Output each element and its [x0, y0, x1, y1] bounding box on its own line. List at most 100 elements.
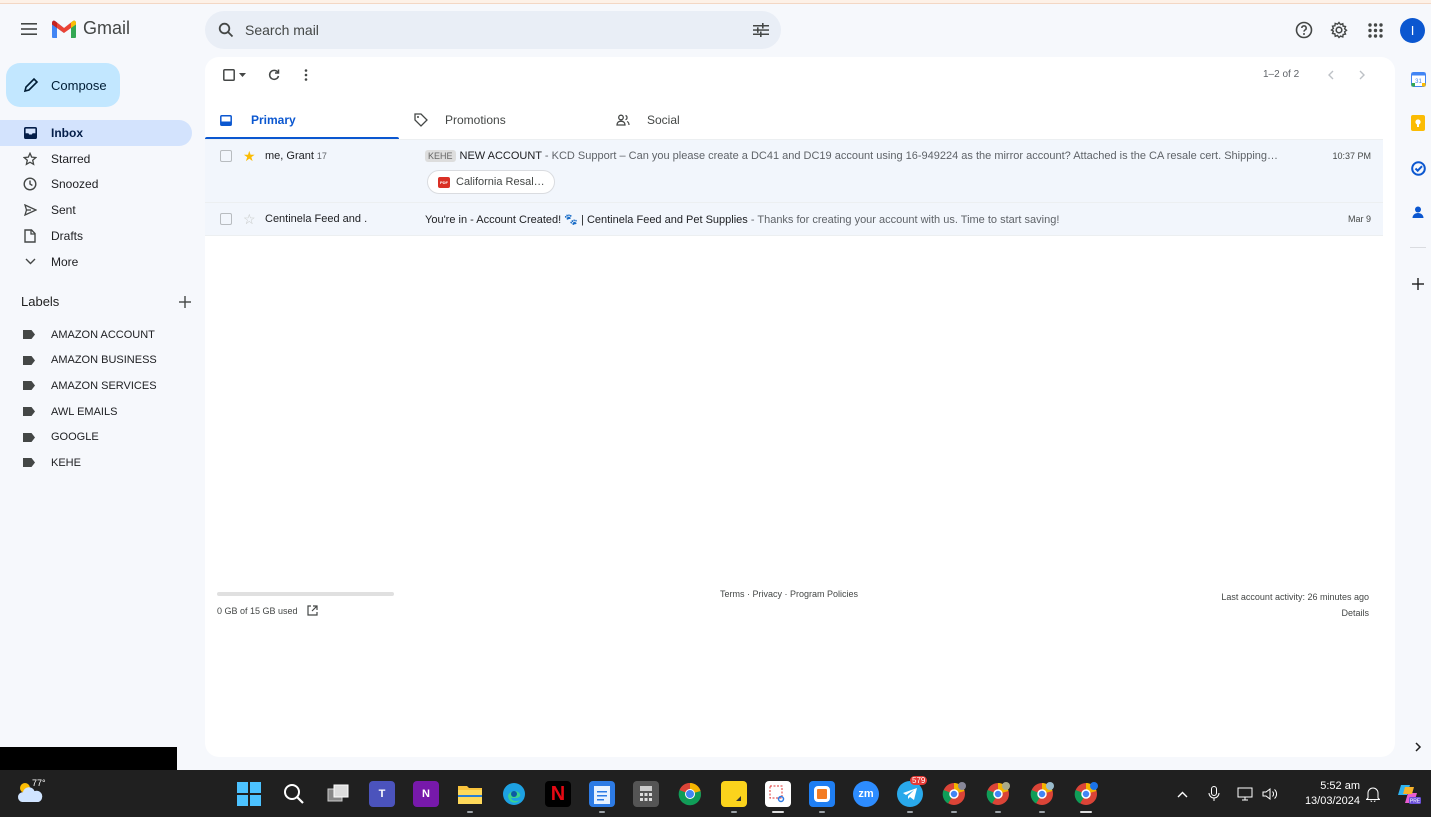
- taskbar-search-icon[interactable]: [281, 781, 307, 807]
- tab-label: Primary: [251, 113, 296, 127]
- zoom-icon[interactable]: zm: [853, 781, 879, 807]
- search-options-icon[interactable]: [741, 11, 781, 49]
- calculator-icon[interactable]: [633, 781, 659, 807]
- sender-name: me, Grant: [265, 150, 314, 162]
- send-icon: [22, 202, 38, 218]
- sidebar-item-label: Starred: [51, 151, 91, 166]
- chrome-icon[interactable]: [677, 781, 703, 807]
- email-sender: me, Grant 17: [265, 150, 327, 162]
- email-row[interactable]: ☆ Centinela Feed and . You're in - Accou…: [205, 203, 1383, 236]
- gmail-logo[interactable]: Gmail: [51, 18, 130, 39]
- windows-start-icon[interactable]: [236, 781, 262, 807]
- tab-social[interactable]: Social: [601, 101, 798, 139]
- newer-chevron-left-icon[interactable]: [1320, 65, 1340, 85]
- attachment-chip[interactable]: PDF California Resal…: [427, 170, 555, 194]
- teams-icon[interactable]: T: [369, 781, 395, 807]
- snipping-tool-icon[interactable]: [765, 781, 791, 813]
- add-label-plus-icon[interactable]: [179, 295, 191, 308]
- row-checkbox[interactable]: [220, 213, 232, 225]
- search-input[interactable]: [245, 22, 741, 38]
- netflix-icon[interactable]: N: [545, 781, 571, 807]
- clock-icon: [22, 176, 38, 192]
- tray-overflow-chevron-up-icon[interactable]: [1173, 785, 1191, 803]
- row-checkbox[interactable]: [220, 150, 232, 162]
- star-icon: [22, 151, 38, 167]
- label-item[interactable]: AMAZON ACCOUNT: [0, 322, 192, 348]
- older-chevron-right-icon[interactable]: [1352, 65, 1372, 85]
- sidebar-item-sent[interactable]: Sent: [0, 197, 192, 223]
- main-menu-button[interactable]: [14, 14, 44, 44]
- search-icon[interactable]: [207, 11, 245, 49]
- sidebar-nav: Inbox Starred Snoozed Sent Drafts More: [0, 120, 192, 275]
- inbox-icon: [220, 114, 236, 126]
- edge-browser-icon[interactable]: [501, 781, 527, 807]
- star-filled-icon[interactable]: ★: [243, 149, 256, 163]
- label-item[interactable]: AWL EMAILS: [0, 399, 192, 425]
- notepad-icon[interactable]: [589, 781, 615, 813]
- chrome-profile-icon[interactable]: [1029, 781, 1055, 813]
- keep-icon[interactable]: [1408, 113, 1428, 133]
- account-avatar[interactable]: I: [1400, 18, 1425, 43]
- label-name: GOOGLE: [51, 431, 99, 444]
- select-dropdown-caret-icon[interactable]: [236, 65, 248, 85]
- show-side-panel-chevron-icon[interactable]: [1410, 739, 1426, 755]
- network-icon[interactable]: [1236, 785, 1254, 803]
- sidebar-item-snoozed[interactable]: Snoozed: [0, 172, 192, 198]
- more-vert-icon[interactable]: [296, 65, 316, 85]
- onenote-icon[interactable]: N: [413, 781, 439, 807]
- open-external-icon[interactable]: [306, 605, 318, 616]
- calendar-icon[interactable]: 31: [1408, 69, 1428, 89]
- contacts-icon[interactable]: [1408, 202, 1428, 222]
- tasks-icon[interactable]: [1408, 158, 1428, 178]
- chrome-profile-icon[interactable]: [941, 781, 967, 813]
- svg-text:PRE: PRE: [1410, 799, 1421, 805]
- compose-label: Compose: [51, 77, 107, 93]
- browser-top-edge: [0, 0, 1431, 4]
- telegram-icon[interactable]: 579: [897, 776, 928, 813]
- sidebar-item-inbox[interactable]: Inbox: [0, 120, 192, 146]
- search-bar[interactable]: [205, 11, 781, 49]
- footer-links[interactable]: Terms · Privacy · Program Policies: [720, 589, 858, 599]
- label-item[interactable]: AMAZON BUSINESS: [0, 348, 192, 374]
- sidebar-item-more[interactable]: More: [0, 249, 192, 275]
- get-addons-plus-icon[interactable]: [1408, 274, 1428, 294]
- labels-header: Labels: [21, 294, 191, 309]
- task-view-icon[interactable]: [325, 781, 351, 807]
- sidebar-item-starred[interactable]: Starred: [0, 146, 192, 172]
- clock-time: 5:52 am: [1320, 780, 1360, 792]
- microphone-icon[interactable]: [1205, 785, 1223, 803]
- star-outline-icon[interactable]: ☆: [243, 212, 256, 226]
- notifications-bell-icon[interactable]: [1364, 785, 1382, 803]
- side-panel-divider: [1410, 247, 1426, 248]
- pdf-icon: PDF: [438, 176, 450, 188]
- chevron-down-icon: [22, 254, 38, 270]
- gmail-m-icon: [52, 20, 76, 38]
- compose-button[interactable]: Compose: [6, 63, 120, 107]
- apps-grid-icon[interactable]: [1362, 17, 1388, 43]
- system-clock[interactable]: 5:52 am 13/03/2024: [1292, 779, 1360, 809]
- details-link[interactable]: Details: [1221, 605, 1369, 621]
- email-row[interactable]: ★ me, Grant 17 KEHE NEW ACCOUNT - KCD Supp…: [205, 140, 1383, 203]
- email-subject: NEW ACCOUNT: [459, 150, 542, 162]
- active-indicator: [772, 811, 784, 813]
- label-badge[interactable]: KEHE: [425, 150, 456, 162]
- copilot-icon[interactable]: PRE: [1397, 782, 1421, 806]
- tab-primary[interactable]: Primary: [205, 101, 399, 139]
- volume-icon[interactable]: [1261, 785, 1279, 803]
- file-explorer-icon[interactable]: [457, 781, 483, 813]
- sticky-notes-icon[interactable]: [721, 781, 747, 813]
- label-item[interactable]: KEHE: [0, 450, 192, 476]
- people-icon: [616, 114, 632, 126]
- refresh-icon[interactable]: [264, 65, 284, 85]
- label-name: AMAZON SERVICES: [51, 379, 157, 392]
- chrome-profile-icon[interactable]: [985, 781, 1011, 813]
- help-icon[interactable]: [1291, 17, 1317, 43]
- running-indicator: [467, 811, 473, 813]
- settings-gear-icon[interactable]: [1326, 17, 1352, 43]
- label-item[interactable]: GOOGLE: [0, 424, 192, 450]
- sidebar-item-drafts[interactable]: Drafts: [0, 223, 192, 249]
- ringcentral-icon[interactable]: [809, 781, 835, 813]
- label-item[interactable]: AMAZON SERVICES: [0, 373, 192, 399]
- tab-promotions[interactable]: Promotions: [399, 101, 601, 139]
- chrome-profile-icon[interactable]: [1073, 781, 1099, 813]
